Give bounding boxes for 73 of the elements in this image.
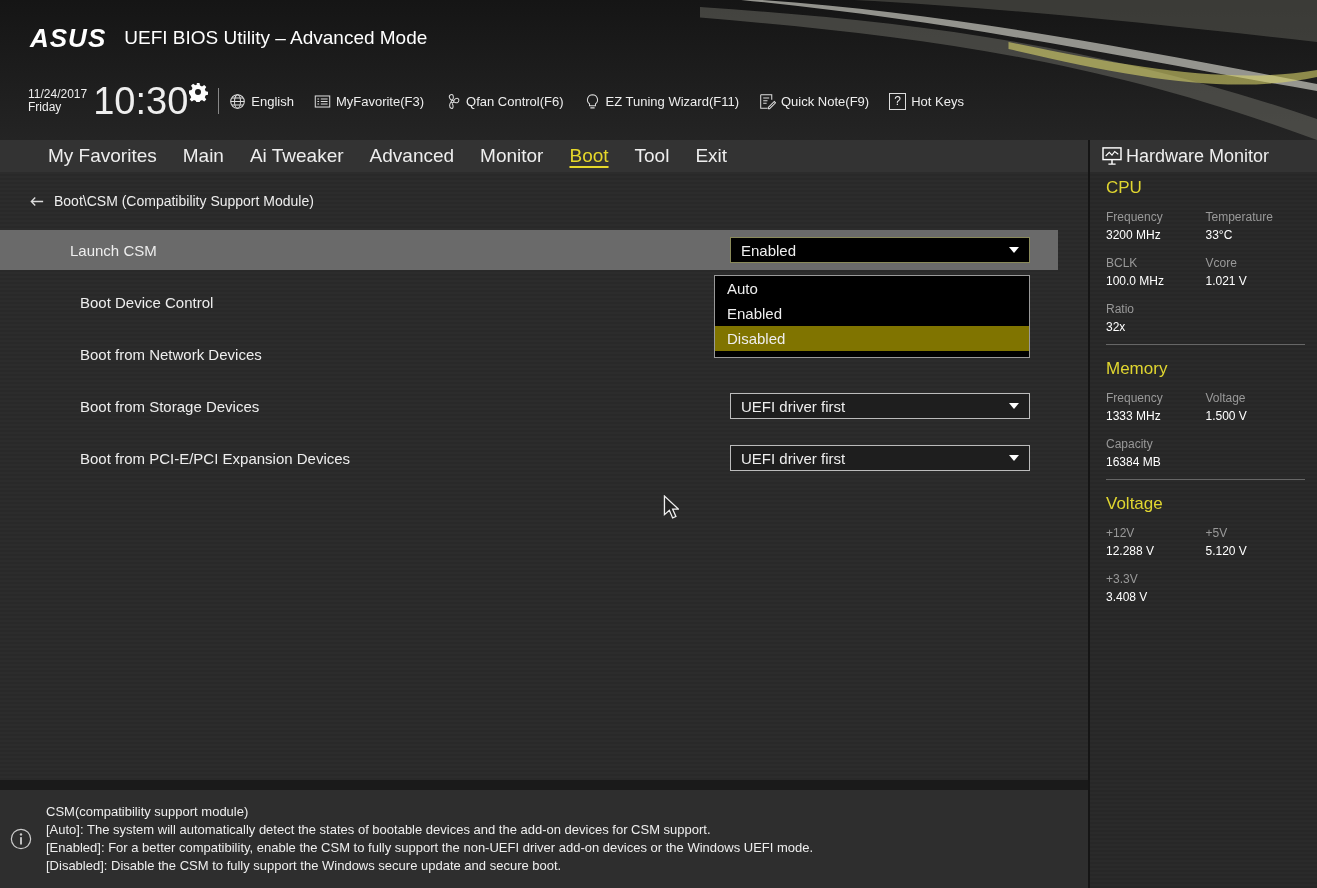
metric-label: +5V — [1205, 526, 1229, 540]
metric-label: Temperature — [1205, 210, 1274, 224]
toolbar-button[interactable]: English — [229, 92, 294, 110]
highlighted-setting-row[interactable]: Launch CSM Enabled — [0, 230, 1058, 270]
metric-value: 12.288 V — [1106, 544, 1156, 558]
metric-label: Vcore — [1205, 256, 1238, 270]
help-text: [Enabled]: For a better compatibility, enable the CSM to fully support the non-UEFI driver add-on devices or the Windows UEFI mode. — [46, 839, 814, 857]
menu-tab[interactable]: Exit — [695, 145, 748, 167]
menu-tab[interactable]: Tool — [634, 145, 690, 167]
setting-label: Boot from Storage Devices — [80, 397, 260, 415]
menu-tab[interactable]: Boot — [569, 145, 629, 167]
list-icon — [313, 92, 331, 110]
brand-logo: ASUS — [30, 22, 107, 54]
menu-tab[interactable]: My Favorites — [48, 145, 177, 167]
help-title: CSM(compatibility support module) — [46, 803, 250, 821]
toolbar-button[interactable]: Quick Note(F9) — [759, 92, 870, 110]
metric-value: 3.408 V — [1106, 590, 1149, 604]
menu-tab[interactable]: Main — [182, 145, 244, 167]
dropdown-select[interactable]: Enabled — [730, 237, 1030, 263]
section-title: Memory — [1106, 359, 1169, 379]
metric-label: BCLK — [1106, 256, 1139, 270]
metric-value: 33°C — [1205, 228, 1234, 242]
metric-label: Frequency — [1106, 391, 1164, 405]
metric-label: +12V — [1106, 526, 1136, 540]
metric-value: 1.021 V — [1205, 274, 1248, 288]
dropdown-select[interactable]: UEFI driver first — [730, 393, 1030, 419]
panel-title: Hardware Monitor — [1126, 145, 1270, 167]
caret-icon — [1009, 247, 1019, 253]
dropdown-option[interactable]: Auto — [715, 276, 1029, 301]
menu-tab[interactable]: Advanced — [369, 145, 475, 167]
settings-icon[interactable] — [188, 82, 209, 102]
setting-label: Boot from PCI-E/PCI Expansion Devices — [80, 449, 351, 467]
metric-value: 100.0 MHz — [1106, 274, 1166, 288]
note-pencil-icon — [759, 92, 776, 110]
day-text: Friday — [28, 101, 63, 114]
setting-label: Boot Device Control — [80, 293, 214, 311]
setting-label: Launch CSM — [70, 241, 157, 259]
window-title: UEFI BIOS Utility – Advanced Mode — [124, 27, 428, 49]
metric-label: Voltage — [1205, 391, 1247, 405]
metric-label: Ratio — [1106, 302, 1135, 316]
globe-icon — [229, 92, 247, 110]
metric-value: 32x — [1106, 320, 1127, 334]
toolbar-button[interactable]: EZ Tuning Wizard(F11) — [583, 92, 739, 110]
metric-value: 1.500 V — [1205, 409, 1248, 423]
back-arrow-icon[interactable] — [30, 195, 44, 207]
breadcrumb: Boot\CSM (Compatibility Support Module) — [54, 193, 314, 209]
dropdown-option[interactable]: Enabled — [715, 301, 1029, 326]
metric-label: Capacity — [1106, 437, 1154, 451]
metric-value: 16384 MB — [1106, 455, 1162, 469]
help-text: [Disabled]: Disable the CSM to fully support the Windows secure update and secure boot. — [46, 857, 563, 875]
caret-icon — [1009, 455, 1019, 461]
dropdown-option[interactable]: Disabled — [715, 326, 1029, 351]
help-text: [Auto]: The system will automatically detect the states of bootable devices and the add-on devices for CSM support. — [46, 821, 712, 839]
toolbar-button[interactable]: MyFavorite(F3) — [313, 92, 425, 110]
clock-time: 10:30 — [93, 79, 189, 123]
section-title: CPU — [1106, 178, 1143, 198]
metric-value: 5.120 V — [1205, 544, 1248, 558]
toolbar-button[interactable]: ? Hot Keys — [889, 92, 964, 110]
monitor-icon — [1102, 147, 1122, 165]
metric-value: 1333 MHz — [1106, 409, 1162, 423]
metric-label: Frequency — [1106, 210, 1164, 224]
info-icon — [10, 828, 32, 850]
date-text: 11/24/2017 — [28, 88, 88, 101]
dropdown-select[interactable]: UEFI driver first — [730, 445, 1030, 471]
caret-icon — [1009, 403, 1019, 409]
menu-tab[interactable]: Monitor — [480, 145, 564, 167]
setting-label: Boot from Network Devices — [80, 345, 262, 363]
metric-value: 3200 MHz — [1106, 228, 1162, 242]
mouse-pointer-icon — [663, 495, 679, 519]
toolbar-button[interactable]: Qfan Control(F6) — [444, 92, 564, 110]
section-title: Voltage — [1106, 494, 1164, 514]
metric-label: +3.3V — [1106, 572, 1139, 586]
menu-tab[interactable]: Ai Tweaker — [249, 145, 364, 167]
